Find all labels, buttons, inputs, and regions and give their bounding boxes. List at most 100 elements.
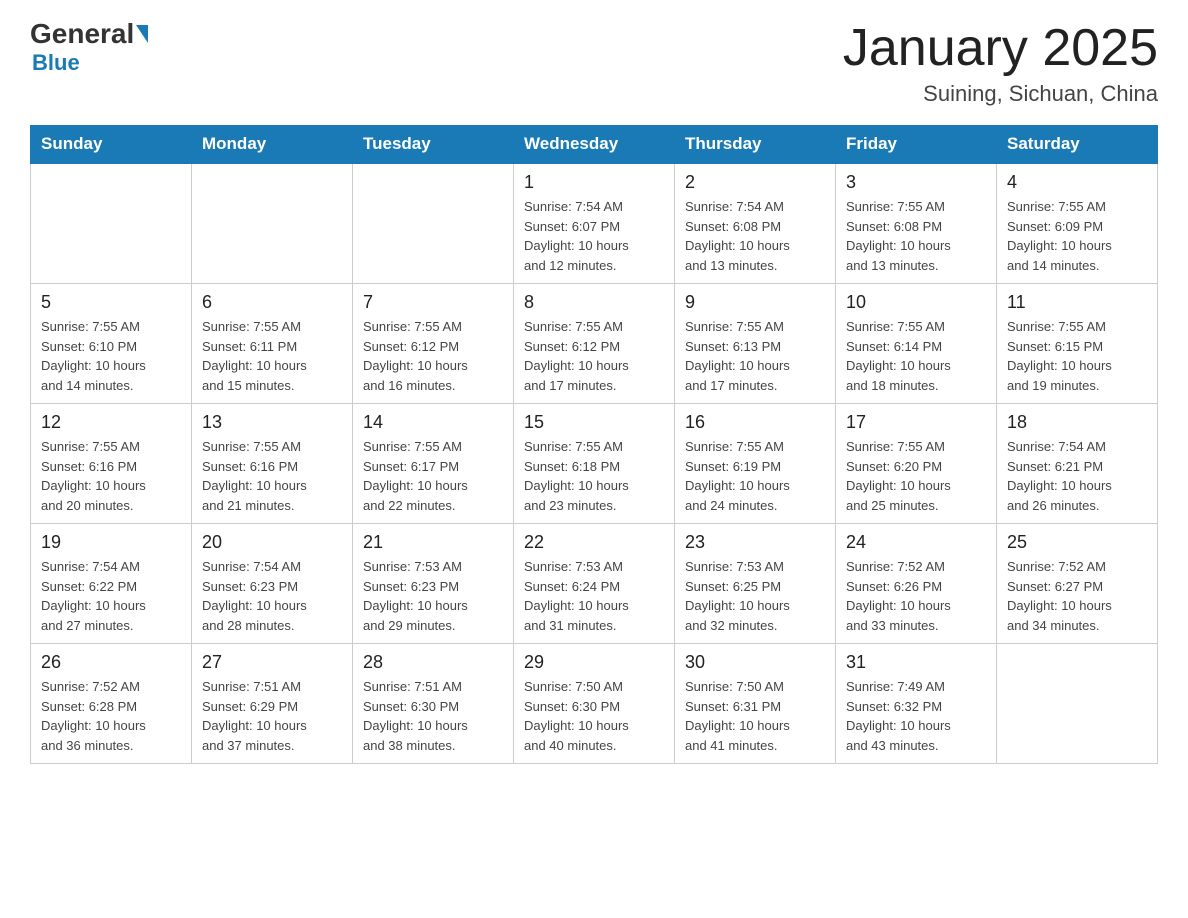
calendar-cell: 16Sunrise: 7:55 AMSunset: 6:19 PMDayligh… <box>675 404 836 524</box>
day-info: Sunrise: 7:55 AMSunset: 6:12 PMDaylight:… <box>524 317 664 395</box>
calendar-cell: 5 Sunrise: 7:55 AMSunset: 6:10 PMDaylight… <box>31 284 192 404</box>
day-number: 18 <box>1007 412 1147 433</box>
day-info: Sunrise: 7:53 AMSunset: 6:23 PMDaylight:… <box>363 557 503 635</box>
day-number: 20 <box>202 532 342 553</box>
page-header: General Blue January 2025 Suining, Sichu… <box>30 20 1158 107</box>
calendar-cell: 2Sunrise: 7:54 AMSunset: 6:08 PMDaylight… <box>675 163 836 284</box>
calendar-cell <box>353 163 514 284</box>
day-info: Sunrise: 7:55 AMSunset: 6:18 PMDaylight:… <box>524 437 664 515</box>
calendar-cell <box>192 163 353 284</box>
day-number: 24 <box>846 532 986 553</box>
calendar-cell: 8Sunrise: 7:55 AMSunset: 6:12 PMDaylight… <box>514 284 675 404</box>
day-info: Sunrise: 7:54 AMSunset: 6:22 PMDaylight:… <box>41 557 181 635</box>
day-info: Sunrise: 7:55 AMSunset: 6:09 PMDaylight:… <box>1007 197 1147 275</box>
calendar-cell: 14 Sunrise: 7:55 AMSunset: 6:17 PMDayligh… <box>353 404 514 524</box>
day-number: 1 <box>524 172 664 193</box>
day-number: 16 <box>685 412 825 433</box>
calendar-cell: 15 Sunrise: 7:55 AMSunset: 6:18 PMDayligh… <box>514 404 675 524</box>
calendar-title: January 2025 <box>843 20 1158 77</box>
day-number: 29 <box>524 652 664 673</box>
day-number: 11 <box>1007 292 1147 313</box>
day-info: Sunrise: 7:50 AMSunset: 6:31 PMDaylight:… <box>685 677 825 755</box>
day-number: 28 <box>363 652 503 673</box>
day-of-week-header: Monday <box>192 126 353 164</box>
calendar-cell: 20 Sunrise: 7:54 AMSunset: 6:23 PMDayligh… <box>192 524 353 644</box>
day-info: Sunrise: 7:53 AMSunset: 6:24 PMDaylight:… <box>524 557 664 635</box>
calendar-cell: 1 Sunrise: 7:54 AMSunset: 6:07 PMDaylight… <box>514 163 675 284</box>
day-number: 30 <box>685 652 825 673</box>
day-of-week-header: Friday <box>836 126 997 164</box>
day-info: Sunrise: 7:55 AMSunset: 6:15 PMDaylight:… <box>1007 317 1147 395</box>
calendar-cell: 6 Sunrise: 7:55 AMSunset: 6:11 PMDaylight… <box>192 284 353 404</box>
logo-blue-text: Blue <box>32 50 80 76</box>
calendar-cell <box>997 644 1158 764</box>
calendar-cell: 4 Sunrise: 7:55 AMSunset: 6:09 PMDaylight… <box>997 163 1158 284</box>
day-number: 26 <box>41 652 181 673</box>
title-block: January 2025 Suining, Sichuan, China <box>843 20 1158 107</box>
calendar-cell: 7 Sunrise: 7:55 AMSunset: 6:12 PMDaylight… <box>353 284 514 404</box>
day-info: Sunrise: 7:53 AMSunset: 6:25 PMDaylight:… <box>685 557 825 635</box>
day-info: Sunrise: 7:54 AMSunset: 6:21 PMDaylight:… <box>1007 437 1147 515</box>
logo: General Blue <box>30 20 150 76</box>
day-number: 9 <box>685 292 825 313</box>
day-number: 5 <box>41 292 181 313</box>
day-number: 7 <box>363 292 503 313</box>
day-of-week-header: Wednesday <box>514 126 675 164</box>
day-number: 12 <box>41 412 181 433</box>
day-number: 6 <box>202 292 342 313</box>
calendar-cell: 13Sunrise: 7:55 AMSunset: 6:16 PMDayligh… <box>192 404 353 524</box>
day-number: 13 <box>202 412 342 433</box>
day-number: 31 <box>846 652 986 673</box>
calendar-week-row: 19Sunrise: 7:54 AMSunset: 6:22 PMDayligh… <box>31 524 1158 644</box>
day-info: Sunrise: 7:55 AMSunset: 6:12 PMDaylight:… <box>363 317 503 395</box>
day-info: Sunrise: 7:51 AMSunset: 6:30 PMDaylight:… <box>363 677 503 755</box>
day-number: 2 <box>685 172 825 193</box>
calendar-cell: 11 Sunrise: 7:55 AMSunset: 6:15 PMDayligh… <box>997 284 1158 404</box>
day-info: Sunrise: 7:55 AMSunset: 6:14 PMDaylight:… <box>846 317 986 395</box>
day-number: 23 <box>685 532 825 553</box>
calendar-cell: 10 Sunrise: 7:55 AMSunset: 6:14 PMDayligh… <box>836 284 997 404</box>
day-info: Sunrise: 7:55 AMSunset: 6:16 PMDaylight:… <box>41 437 181 515</box>
day-number: 15 <box>524 412 664 433</box>
calendar-cell: 28 Sunrise: 7:51 AMSunset: 6:30 PMDayligh… <box>353 644 514 764</box>
calendar-header-row: SundayMondayTuesdayWednesdayThursdayFrid… <box>31 126 1158 164</box>
calendar-cell: 17Sunrise: 7:55 AMSunset: 6:20 PMDayligh… <box>836 404 997 524</box>
calendar-cell: 27 Sunrise: 7:51 AMSunset: 6:29 PMDayligh… <box>192 644 353 764</box>
calendar-cell: 24 Sunrise: 7:52 AMSunset: 6:26 PMDayligh… <box>836 524 997 644</box>
calendar-week-row: 5 Sunrise: 7:55 AMSunset: 6:10 PMDaylight… <box>31 284 1158 404</box>
day-info: Sunrise: 7:52 AMSunset: 6:26 PMDaylight:… <box>846 557 986 635</box>
calendar-table: SundayMondayTuesdayWednesdayThursdayFrid… <box>30 125 1158 764</box>
calendar-week-row: 26Sunrise: 7:52 AMSunset: 6:28 PMDayligh… <box>31 644 1158 764</box>
day-info: Sunrise: 7:55 AMSunset: 6:11 PMDaylight:… <box>202 317 342 395</box>
day-info: Sunrise: 7:55 AMSunset: 6:08 PMDaylight:… <box>846 197 986 275</box>
day-info: Sunrise: 7:55 AMSunset: 6:10 PMDaylight:… <box>41 317 181 395</box>
calendar-cell <box>31 163 192 284</box>
calendar-cell: 18 Sunrise: 7:54 AMSunset: 6:21 PMDayligh… <box>997 404 1158 524</box>
day-number: 14 <box>363 412 503 433</box>
calendar-week-row: 12 Sunrise: 7:55 AMSunset: 6:16 PMDayligh… <box>31 404 1158 524</box>
calendar-cell: 19Sunrise: 7:54 AMSunset: 6:22 PMDayligh… <box>31 524 192 644</box>
calendar-cell: 9Sunrise: 7:55 AMSunset: 6:13 PMDaylight… <box>675 284 836 404</box>
day-info: Sunrise: 7:51 AMSunset: 6:29 PMDaylight:… <box>202 677 342 755</box>
calendar-cell: 21 Sunrise: 7:53 AMSunset: 6:23 PMDayligh… <box>353 524 514 644</box>
calendar-cell: 26Sunrise: 7:52 AMSunset: 6:28 PMDayligh… <box>31 644 192 764</box>
day-number: 22 <box>524 532 664 553</box>
calendar-cell: 12 Sunrise: 7:55 AMSunset: 6:16 PMDayligh… <box>31 404 192 524</box>
day-info: Sunrise: 7:54 AMSunset: 6:07 PMDaylight:… <box>524 197 664 275</box>
day-info: Sunrise: 7:55 AMSunset: 6:17 PMDaylight:… <box>363 437 503 515</box>
day-info: Sunrise: 7:49 AMSunset: 6:32 PMDaylight:… <box>846 677 986 755</box>
day-number: 3 <box>846 172 986 193</box>
day-info: Sunrise: 7:52 AMSunset: 6:27 PMDaylight:… <box>1007 557 1147 635</box>
day-of-week-header: Thursday <box>675 126 836 164</box>
day-number: 4 <box>1007 172 1147 193</box>
logo-arrow-icon <box>136 25 148 43</box>
day-info: Sunrise: 7:54 AMSunset: 6:23 PMDaylight:… <box>202 557 342 635</box>
calendar-cell: 25Sunrise: 7:52 AMSunset: 6:27 PMDayligh… <box>997 524 1158 644</box>
day-number: 21 <box>363 532 503 553</box>
day-of-week-header: Sunday <box>31 126 192 164</box>
day-number: 10 <box>846 292 986 313</box>
day-number: 27 <box>202 652 342 673</box>
calendar-cell: 29 Sunrise: 7:50 AMSunset: 6:30 PMDayligh… <box>514 644 675 764</box>
calendar-cell: 23 Sunrise: 7:53 AMSunset: 6:25 PMDayligh… <box>675 524 836 644</box>
day-info: Sunrise: 7:50 AMSunset: 6:30 PMDaylight:… <box>524 677 664 755</box>
